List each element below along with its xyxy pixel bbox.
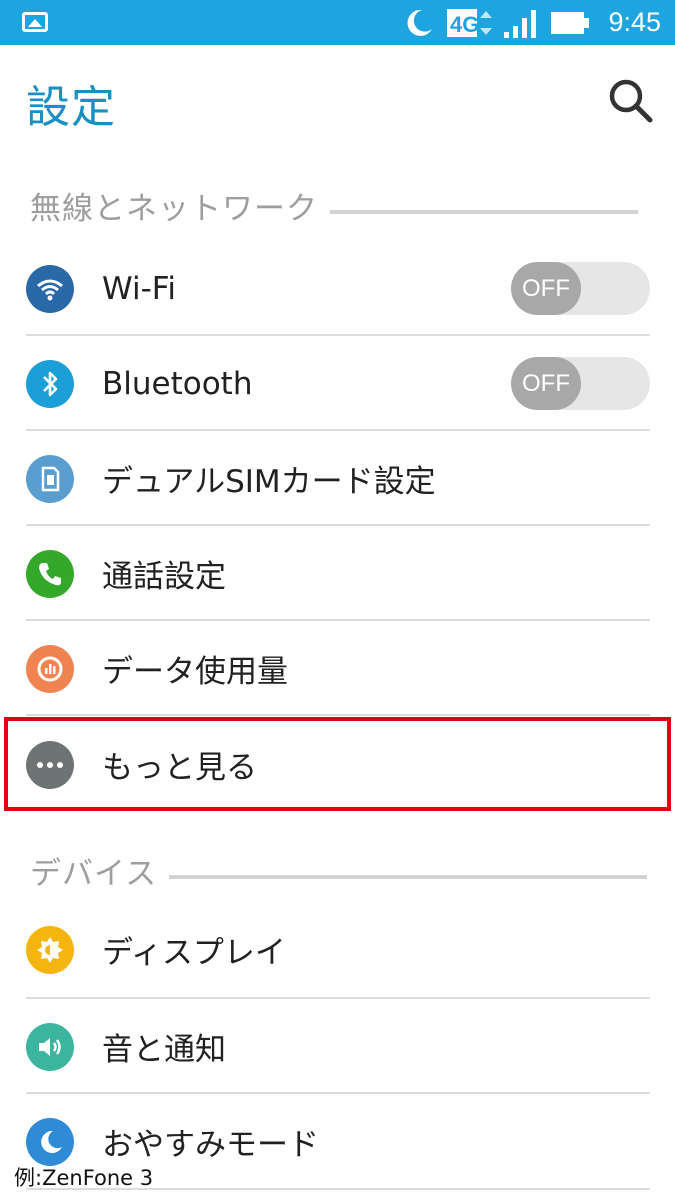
bluetooth-icon	[26, 359, 74, 408]
toggle-knob: OFF	[511, 357, 581, 410]
settings-item-label: Wi-Fi	[102, 270, 176, 307]
toggle-state: OFF	[522, 369, 570, 397]
sim-card-icon	[26, 454, 74, 503]
moon-icon	[26, 1117, 74, 1166]
settings-item-more[interactable]: もっと見る	[26, 717, 650, 812]
phone-icon	[26, 549, 74, 598]
settings-item-sound[interactable]: 音と通知	[26, 999, 650, 1094]
section-divider	[330, 210, 638, 214]
settings-item-data-usage[interactable]: データ使用量	[26, 621, 650, 716]
status-icons: 4G 9:45	[402, 0, 661, 45]
sound-icon	[26, 1022, 74, 1071]
toggle-knob: OFF	[511, 262, 581, 315]
page-title: 設定	[26, 82, 116, 133]
settings-item-label: 音と通知	[102, 1032, 226, 1068]
status-bar: 4G 9:45	[0, 0, 675, 45]
brightness-icon	[26, 925, 74, 974]
settings-item-label: データ使用量	[102, 654, 288, 690]
settings-item-dual-sim[interactable]: デュアルSIMカード設定	[26, 431, 650, 526]
settings-item-label: デュアルSIMカード設定	[102, 464, 436, 500]
settings-item-label: 通話設定	[102, 559, 226, 595]
section-header-wireless: 無線とネットワーク	[30, 183, 650, 227]
clock: 9:45	[608, 7, 661, 37]
toggle-state: OFF	[522, 274, 570, 302]
settings-item-label: Bluetooth	[102, 365, 253, 402]
svg-text:4G: 4G	[450, 12, 479, 37]
battery-icon	[551, 11, 590, 34]
example-caption: 例:ZenFone 3	[14, 1166, 154, 1190]
picture-icon	[22, 12, 48, 32]
wifi-icon	[26, 264, 74, 313]
moon-icon	[407, 9, 433, 36]
settings-item-label: ディスプレイ	[102, 935, 286, 971]
settings-item-label: もっと見る	[102, 750, 257, 786]
settings-item-label: おやすみモード	[102, 1127, 319, 1163]
wifi-toggle[interactable]: OFF	[511, 262, 650, 315]
signal-icon	[504, 9, 537, 38]
divider	[26, 714, 650, 716]
section-title: デバイス	[30, 855, 158, 892]
more-icon	[26, 740, 74, 789]
app-header: 設定	[0, 45, 675, 155]
bluetooth-toggle[interactable]: OFF	[511, 357, 650, 410]
settings-item-wifi[interactable]: Wi-Fi OFF	[26, 241, 650, 336]
settings-item-call[interactable]: 通話設定	[26, 526, 650, 621]
settings-item-display[interactable]: ディスプレイ	[26, 902, 650, 997]
lte-icon: 4G	[447, 8, 493, 37]
data-usage-icon	[26, 644, 74, 693]
section-divider	[169, 875, 648, 879]
search-icon[interactable]	[606, 76, 654, 124]
section-header-device: デバイス	[30, 848, 650, 892]
settings-item-bluetooth[interactable]: Bluetooth OFF	[26, 336, 650, 431]
section-title: 無線とネットワーク	[30, 190, 318, 227]
